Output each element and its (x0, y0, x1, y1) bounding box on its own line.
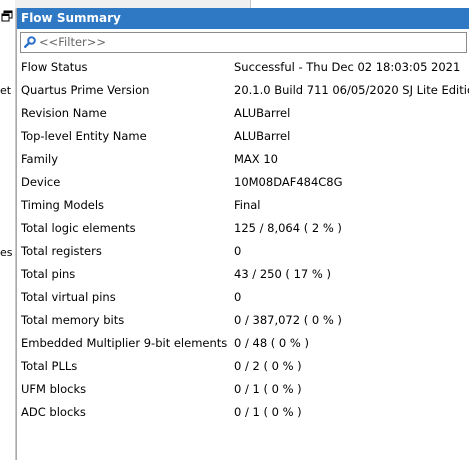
row-value: ALUBarrel (234, 129, 291, 143)
table-row[interactable]: ADC blocks 0 / 1 ( 0 % ) (21, 404, 469, 427)
left-panel-edge: et es (0, 0, 16, 460)
row-key: Flow Status (21, 60, 88, 74)
row-value: 0 / 1 ( 0 % ) (234, 382, 302, 396)
row-value: Final (234, 198, 261, 212)
filter-box[interactable] (20, 32, 467, 53)
row-key: Total logic elements (21, 221, 136, 235)
table-row[interactable]: Total virtual pins 0 (21, 289, 469, 312)
row-key: Total PLLs (21, 359, 78, 373)
table-row[interactable]: Embedded Multiplier 9-bit elements 0 / 48… (21, 335, 469, 358)
table-row[interactable]: Revision Name ALUBarrel (21, 105, 469, 128)
row-value: 0 / 387,072 ( 0 % ) (234, 313, 342, 327)
table-row[interactable]: Timing Models Final (21, 197, 469, 220)
filter-input[interactable] (39, 34, 459, 49)
row-key: Top-level Entity Name (21, 129, 147, 143)
row-key: Embedded Multiplier 9-bit elements (21, 336, 228, 350)
table-row[interactable]: Total logic elements 125 / 8,064 ( 2 % ) (21, 220, 469, 243)
row-value: ALUBarrel (234, 106, 291, 120)
row-value: 20.1.0 Build 711 06/05/2020 SJ Lite Edit… (234, 83, 469, 97)
row-key: Quartus Prime Version (21, 83, 150, 97)
row-value: 0 / 48 ( 0 % ) (234, 336, 309, 350)
table-row[interactable]: Device 10M08DAF484C8G (21, 174, 469, 197)
row-key: Device (21, 175, 61, 189)
search-icon (24, 36, 36, 49)
row-key: Revision Name (21, 106, 107, 120)
table-row[interactable]: Family MAX 10 (21, 151, 469, 174)
row-key: Total virtual pins (21, 290, 116, 304)
row-key: ADC blocks (21, 405, 86, 419)
table-row[interactable]: Quartus Prime Version 20.1.0 Build 711 06… (21, 82, 469, 105)
table-row[interactable]: UFM blocks 0 / 1 ( 0 % ) (21, 381, 469, 404)
row-key: Total registers (21, 244, 102, 258)
row-value: MAX 10 (234, 152, 278, 166)
table-row[interactable]: Total registers 0 (21, 243, 469, 266)
left-panel-text-fragment: es (0, 246, 13, 259)
row-value: 0 (234, 290, 242, 304)
row-key: UFM blocks (21, 382, 87, 396)
left-panel-text-fragment: et (0, 84, 12, 97)
row-value: 125 / 8,064 ( 2 % ) (234, 221, 342, 235)
row-value: 0 / 1 ( 0 % ) (234, 405, 302, 419)
row-value: 10M08DAF484C8G (234, 175, 343, 189)
table-row[interactable]: Flow Status Successful - Thu Dec 02 18:03… (21, 59, 469, 82)
row-key: Total memory bits (21, 313, 125, 327)
row-key: Family (21, 152, 59, 166)
table-row[interactable]: Top-level Entity Name ALUBarrel (21, 128, 469, 151)
row-value: 0 (234, 244, 242, 258)
table-row[interactable]: Total pins 43 / 250 ( 17 % ) (21, 266, 469, 289)
row-key: Total pins (21, 267, 76, 281)
tab-edge[interactable] (250, 0, 469, 8)
restore-window-icon[interactable] (1, 10, 14, 23)
row-value: 43 / 250 ( 17 % ) (234, 267, 331, 281)
table-row[interactable]: Total memory bits 0 / 387,072 ( 0 % ) (21, 312, 469, 335)
row-key: Timing Models (21, 198, 105, 212)
row-value: 0 / 2 ( 0 % ) (234, 359, 302, 373)
row-value: Successful - Thu Dec 02 18:03:05 2021 (234, 60, 461, 74)
summary-table: Flow Status Successful - Thu Dec 02 18:03… (21, 59, 469, 427)
panel-title: Flow Summary (17, 8, 469, 29)
table-row[interactable]: Total PLLs 0 / 2 ( 0 % ) (21, 358, 469, 381)
flow-summary-panel: Flow Summary Flow Status Successful - Thu… (16, 8, 469, 460)
